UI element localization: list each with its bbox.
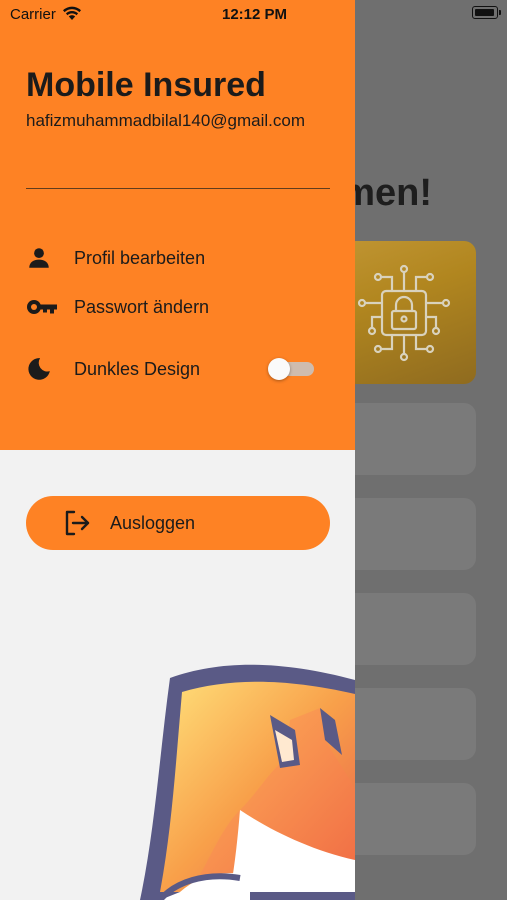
app-title: Mobile Insured [26, 66, 266, 104]
edit-profile-item[interactable]: Profil bearbeiten [26, 238, 330, 278]
logout-icon [62, 508, 92, 538]
logout-button[interactable]: Ausloggen [26, 496, 330, 550]
change-password-item[interactable]: Passwort ändern [26, 287, 330, 327]
change-password-label: Passwort ändern [74, 296, 210, 317]
drawer-header: Mobile Insured hafizmuhammadbilal140@gma… [0, 0, 355, 450]
divider [26, 188, 330, 189]
logout-label: Ausloggen [110, 512, 196, 533]
edit-profile-label: Profil bearbeiten [74, 247, 206, 268]
navigation-drawer: Mobile Insured hafizmuhammadbilal140@gma… [0, 0, 355, 900]
battery-icon [472, 6, 501, 19]
clock: 12:12 PM [222, 6, 288, 23]
dark-mode-toggle[interactable] [268, 358, 314, 380]
key-icon [26, 294, 60, 320]
circuit-lock-icon [357, 264, 451, 362]
moon-icon [26, 356, 60, 382]
wifi-icon [62, 5, 82, 25]
user-email: hafizmuhammadbilal140@gmail.com [26, 111, 305, 130]
status-bar: Carrier 12:12 PM [0, 0, 507, 30]
toggle-thumb [268, 358, 290, 380]
person-icon [26, 245, 60, 271]
carrier-label: Carrier [10, 6, 56, 23]
fox-shield-logo [140, 664, 355, 900]
dark-mode-label: Dunkles Design [74, 358, 201, 379]
